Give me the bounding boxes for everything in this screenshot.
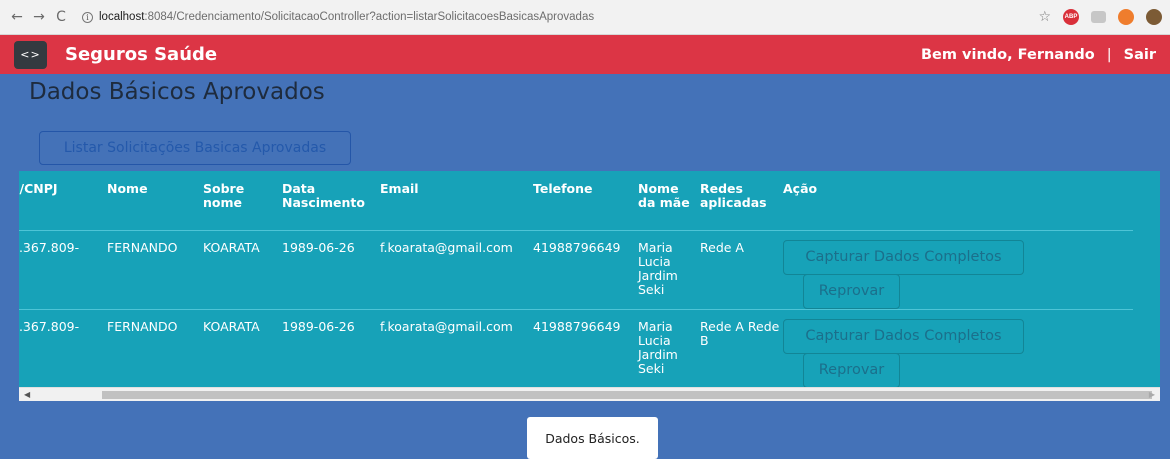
cell-mae: Maria Lucia Jardim Seki	[638, 239, 678, 297]
cell-email: f.koarata@gmail.com	[380, 239, 513, 255]
cell-redes: Rede A	[700, 239, 744, 255]
reject-button[interactable]: Reprovar	[803, 352, 900, 388]
header-telefone: Telefone	[533, 181, 593, 196]
header-sobrenome: Sobre nome	[203, 181, 245, 210]
cell-nome: FERNANDO	[107, 239, 178, 255]
user-area: Bem vindo, Fernando | Sair	[921, 35, 1156, 74]
cell-mae: Maria Lucia Jardim Seki	[638, 318, 678, 376]
cell-email: f.koarata@gmail.com	[380, 318, 513, 334]
address-bar[interactable]: i localhost:8084/Credenciamento/Solicita…	[82, 11, 594, 23]
header-redes: Redes aplicadas	[700, 181, 767, 210]
orange-extension-icon[interactable]	[1118, 9, 1134, 25]
footer-card: Dados Básicos.	[527, 417, 658, 459]
cell-sobrenome: KOARATA	[203, 318, 260, 334]
header-mae: Nome da mãe	[638, 181, 690, 210]
header-cpf: F/CNPJ	[19, 181, 58, 196]
app-navbar: <> Seguros Saúde Bem vindo, Fernando | S…	[0, 35, 1170, 74]
bookmark-star-icon[interactable]: ☆	[1038, 9, 1051, 25]
scroll-right-icon[interactable]: ▶	[1149, 390, 1155, 399]
extensions-area: ☆ ABP	[1038, 9, 1162, 25]
cell-acao: Capturar Dados CompletosReprovar	[783, 230, 1133, 309]
cell-redes: Rede A Rede B	[700, 318, 780, 348]
nav-separator: |	[1106, 46, 1112, 63]
cell-cpf: 7.367.809-	[19, 318, 80, 334]
cell-acao: Capturar Dados CompletosReprovar	[783, 309, 1133, 388]
logout-link[interactable]: Sair	[1124, 47, 1156, 63]
url-path: :8084/Credenciamento/SolicitacaoControll…	[144, 11, 595, 23]
approved-requests-table: F/CNPJ Nome Sobre nome Data Nascimento E…	[19, 171, 1133, 388]
table-row: 7.367.809- FERNANDO KOARATA 1989-06-26 f…	[19, 230, 1133, 309]
capture-complete-data-button[interactable]: Capturar Dados Completos	[783, 318, 1024, 354]
header-acao: Ação	[783, 181, 818, 196]
cell-nome: FERNANDO	[107, 318, 178, 334]
approved-requests-table-container: F/CNPJ Nome Sobre nome Data Nascimento E…	[19, 171, 1160, 401]
extension-icon[interactable]	[1091, 11, 1106, 23]
horizontal-scrollbar[interactable]: ◀ ▶	[19, 387, 1160, 401]
table-row: 7.367.809- FERNANDO KOARATA 1989-06-26 f…	[19, 309, 1133, 388]
cell-cpf: 7.367.809-	[19, 239, 80, 255]
info-icon[interactable]: i	[82, 11, 93, 23]
cell-telefone: 41988796649	[533, 318, 621, 334]
table-header-row: F/CNPJ Nome Sobre nome Data Nascimento E…	[19, 171, 1133, 230]
sidebar-toggle-button[interactable]: <>	[14, 40, 47, 69]
reload-icon[interactable]: C	[50, 9, 72, 25]
brand-title[interactable]: Seguros Saúde	[65, 44, 217, 65]
browser-toolbar: ← → C i localhost:8084/Credenciamento/So…	[0, 0, 1170, 35]
scrollbar-thumb[interactable]	[102, 391, 1152, 399]
forward-arrow-icon[interactable]: →	[28, 9, 50, 25]
back-arrow-icon[interactable]: ←	[6, 9, 28, 25]
reject-button[interactable]: Reprovar	[803, 273, 900, 309]
header-email: Email	[380, 181, 419, 196]
header-nome: Nome	[107, 181, 148, 196]
cell-telefone: 41988796649	[533, 239, 621, 255]
cell-nascimento: 1989-06-26	[282, 239, 355, 255]
profile-avatar-icon[interactable]	[1146, 9, 1162, 25]
adblock-extension-icon[interactable]: ABP	[1063, 9, 1079, 25]
page-title: Dados Básicos Aprovados	[29, 79, 325, 105]
header-nascimento: Data Nascimento	[282, 181, 365, 210]
scroll-left-icon[interactable]: ◀	[24, 390, 30, 399]
welcome-text: Bem vindo, Fernando	[920, 46, 1095, 63]
url-host: localhost	[99, 11, 145, 23]
cell-sobrenome: KOARATA	[203, 239, 260, 255]
footer-text: Dados Básicos.	[545, 430, 640, 446]
capture-complete-data-button[interactable]: Capturar Dados Completos	[783, 239, 1024, 275]
cell-nascimento: 1989-06-26	[282, 318, 355, 334]
list-approved-button[interactable]: Listar Solicitações Basicas Aprovadas	[39, 131, 351, 165]
